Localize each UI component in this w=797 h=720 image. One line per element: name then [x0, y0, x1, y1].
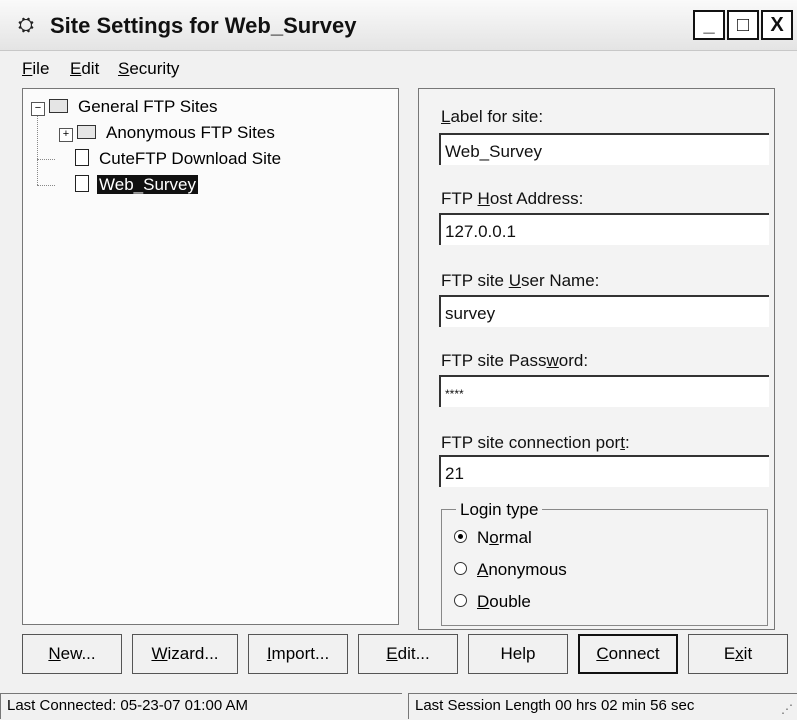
ftp-password-label: FTP site Password: — [441, 351, 589, 370]
tree-connector — [37, 185, 55, 186]
close-icon: X — [770, 14, 784, 36]
help-button[interactable]: Help — [468, 634, 568, 674]
ftp-host-address-input[interactable] — [439, 213, 769, 245]
ftp-user-name-label: FTP site User Name: — [441, 271, 600, 290]
ftp-host-address-label: FTP Host Address: — [441, 189, 584, 208]
minimize-icon: _ — [703, 14, 715, 36]
site-file-icon — [75, 149, 89, 166]
minimize-button[interactable]: _ — [693, 10, 725, 40]
tree-connector — [37, 159, 55, 160]
title-bar[interactable]: ⛭ Site Settings for Web_Survey _ □ X — [0, 0, 797, 51]
maximize-icon: □ — [736, 14, 750, 36]
menu-edit[interactable]: Edit — [70, 59, 99, 79]
exit-button[interactable]: Exit — [688, 634, 788, 674]
site-settings-icon: ⛭ — [18, 14, 34, 36]
site-settings-panel: Label for site: FTP Host Address: FTP si… — [418, 88, 775, 630]
tree-node-web-survey[interactable]: Web_Survey — [75, 175, 199, 195]
network-folder-icon — [49, 99, 68, 113]
expand-icon[interactable]: + — [59, 128, 73, 142]
login-type-legend: Login type — [456, 500, 543, 520]
tree-node-cuteftp-download-site[interactable]: CuteFTP Download Site — [75, 149, 283, 169]
status-bar: Last Connected: 05-23-07 01:00 AM Last S… — [0, 690, 797, 720]
maximize-button[interactable]: □ — [727, 10, 759, 40]
tree-connector — [37, 115, 38, 185]
site-tree[interactable]: − General FTP Sites + Anonymous FTP Sites … — [22, 88, 399, 625]
edit-button[interactable]: Edit... — [358, 634, 458, 674]
radio-unchecked-icon[interactable] — [454, 562, 467, 575]
tree-node-anonymous-ftp-sites[interactable]: + Anonymous FTP Sites — [59, 123, 277, 143]
login-type-double-radio[interactable]: Double — [454, 592, 531, 612]
ftp-password-input[interactable] — [439, 375, 769, 407]
site-settings-window: ⛭ Site Settings for Web_Survey _ □ X Fil… — [0, 0, 797, 720]
window-title: Site Settings for Web_Survey — [50, 13, 357, 38]
tree-node-general-ftp-sites[interactable]: − General FTP Sites — [31, 97, 220, 117]
radio-checked-icon[interactable] — [454, 530, 467, 543]
close-button[interactable]: X — [761, 10, 793, 40]
ftp-port-input[interactable] — [439, 455, 769, 487]
radio-unchecked-icon[interactable] — [454, 594, 467, 607]
resize-grip-icon[interactable]: ⋰ — [781, 702, 793, 716]
label-for-site-label: Label for site: — [441, 107, 544, 126]
collapse-icon[interactable]: − — [31, 102, 45, 116]
ftp-user-name-input[interactable] — [439, 295, 769, 327]
login-type-normal-radio[interactable]: Normal — [454, 528, 532, 548]
login-type-group: Login type Normal Anonymous Double — [441, 500, 768, 626]
new-button[interactable]: New... — [22, 634, 122, 674]
wizard-button[interactable]: Wizard... — [132, 634, 238, 674]
menu-file[interactable]: File — [22, 59, 49, 79]
session-length-status: Last Session Length 00 hrs 02 min 56 sec — [408, 693, 797, 719]
menu-bar: File Edit Security — [0, 52, 797, 84]
login-type-anonymous-radio[interactable]: Anonymous — [454, 560, 567, 580]
label-for-site-input[interactable] — [439, 133, 769, 165]
site-file-icon — [75, 175, 89, 192]
menu-security[interactable]: Security — [118, 59, 179, 79]
import-button[interactable]: Import... — [248, 634, 348, 674]
folder-icon — [77, 125, 96, 139]
connect-button[interactable]: Connect — [578, 634, 678, 674]
ftp-port-label: FTP site connection port: — [441, 433, 630, 452]
last-connected-status: Last Connected: 05-23-07 01:00 AM — [0, 693, 402, 719]
